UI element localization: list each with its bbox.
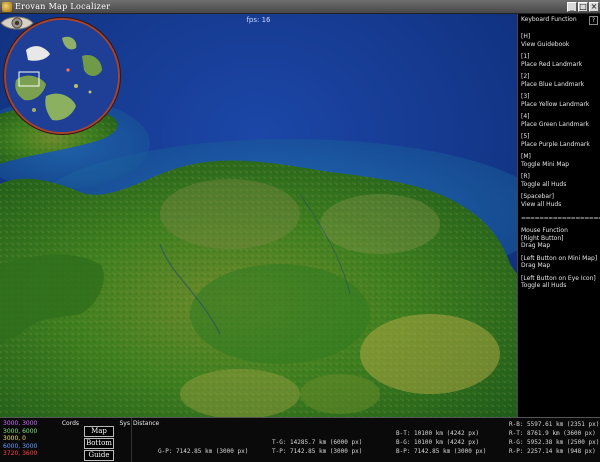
close-button[interactable]: × <box>589 2 599 12</box>
sys-label: Sys <box>119 420 131 427</box>
cords-label: Cords <box>61 420 79 427</box>
kb-item-blue-landmark: [2] Place Blue Landmark <box>521 73 600 88</box>
kb-item-toggle-huds: [R] Toggle all Huds <box>521 173 600 188</box>
mouse-action: Drag Map <box>521 262 551 269</box>
kb-key: [5] <box>521 133 530 140</box>
distance-r-p: R-P: 2257.14 km (948 px) <box>509 448 596 455</box>
cord-green: 3000, 6000 <box>3 427 38 435</box>
panel-divider: ======================== <box>521 215 600 222</box>
kb-key: [3] <box>521 93 530 100</box>
kb-action: Toggle Mini Map <box>521 160 570 168</box>
distance-panel: Distance R-B: 5597.61 km (2351 px) R-T: … <box>131 418 600 462</box>
mini-map[interactable] <box>4 18 120 134</box>
kb-action: View Guidebook <box>521 40 570 48</box>
cord-blue: 6000, 3000 <box>3 442 38 450</box>
minimize-button[interactable]: _ <box>567 2 577 12</box>
kb-key: [H] <box>521 33 531 40</box>
distance-r-b: R-B: 5597.61 km (2351 px) <box>509 421 600 428</box>
mini-map-terrain <box>6 20 118 132</box>
mouse-action: Drag Map <box>521 242 551 249</box>
kb-key: [1] <box>521 53 530 60</box>
map-viewport[interactable]: fps: 16 <box>0 14 517 417</box>
bottom-hud: Cords 3000, 3000 3000, 6000 3000, 0 6000… <box>0 417 600 462</box>
bottom-button[interactable]: Bottom <box>84 438 114 449</box>
kb-action: Place Purple Landmark <box>521 140 590 148</box>
kb-item-green-landmark: [4] Place Green Landmark <box>521 113 600 128</box>
maximize-button[interactable]: □ <box>578 2 588 12</box>
window-title: Erovan Map Localizer <box>15 2 111 11</box>
kb-action: Toggle all Huds <box>521 180 567 188</box>
cord-red: 3720, 3600 <box>3 450 38 457</box>
mouse-key: [Right Button] <box>521 234 564 242</box>
keyboard-function-panel: Keyboard Function ? [H] View Guidebook [… <box>517 14 600 417</box>
kb-key: [4] <box>521 113 530 120</box>
cords-panel: Cords 3000, 3000 3000, 6000 3000, 0 6000… <box>3 420 81 462</box>
title-bar: Erovan Map Localizer _ □ × <box>0 0 600 14</box>
distance-b-p: B-P: 7142.85 km (3000 px) <box>396 448 487 455</box>
kb-item-guidebook: [H] View Guidebook <box>521 33 600 48</box>
sys-panel: Sys Map Bottom Guide <box>82 420 130 462</box>
map-button[interactable]: Map <box>84 426 114 437</box>
mouse-item-eye-icon: [Left Button on Eye Icon] Toggle all Hud… <box>521 275 600 290</box>
distance-t-g: T-G: 14285.7 km (6000 px) <box>272 439 363 446</box>
kb-item-red-landmark: [1] Place Red Landmark <box>521 53 600 68</box>
kb-key: [M] <box>521 153 531 160</box>
guide-button[interactable]: Guide <box>84 450 114 461</box>
mouse-item-mini-map: [Left Button on Mini Map] Drag Map <box>521 255 600 270</box>
kb-item-mini-map: [M] Toggle Mini Map <box>521 153 600 168</box>
mouse-key: [Left Button on Mini Map] <box>521 254 598 262</box>
mouse-item-right-button: [Right Button] Drag Map <box>521 235 600 250</box>
kb-key: [2] <box>521 73 530 80</box>
kb-action: View all Huds <box>521 200 562 208</box>
kb-action: Place Yellow Landmark <box>521 100 590 108</box>
kb-key: [Spacebar] <box>521 193 554 200</box>
mouse-action: Toggle all Huds <box>521 282 567 289</box>
distance-r-t: R-T: 8761.9 km (3600 px) <box>509 430 596 437</box>
kb-item-yellow-landmark: [3] Place Yellow Landmark <box>521 93 600 108</box>
eye-icon[interactable] <box>0 14 34 32</box>
kb-item-purple-landmark: [5] Place Purple Landmark <box>521 133 600 148</box>
distance-r-g: R-G: 5952.38 km (2500 px) <box>509 439 600 446</box>
kb-item-view-huds: [Spacebar] View all Huds <box>521 193 600 208</box>
kb-action: Place Blue Landmark <box>521 80 585 88</box>
keyboard-function-heading: Keyboard Function <box>521 16 577 23</box>
cord-yellow: 3000, 0 <box>3 435 26 442</box>
distance-label: Distance <box>133 420 160 427</box>
kb-action: Place Green Landmark <box>521 120 590 128</box>
mouse-function-heading: Mouse Function <box>521 227 568 234</box>
mouse-key: [Left Button on Eye Icon] <box>521 274 596 282</box>
kb-key: [R] <box>521 173 530 180</box>
distance-t-p: T-P: 7142.85 km (3000 px) <box>272 448 363 455</box>
distance-g-p: G-P: 7142.85 km (3000 px) <box>158 448 249 455</box>
distance-b-g: B-G: 10100 km (4242 px) <box>396 439 480 446</box>
help-button[interactable]: ? <box>589 16 598 25</box>
distance-b-t: B-T: 10100 km (4242 px) <box>396 430 480 437</box>
kb-action: Place Red Landmark <box>521 60 583 68</box>
app-icon <box>2 2 12 12</box>
